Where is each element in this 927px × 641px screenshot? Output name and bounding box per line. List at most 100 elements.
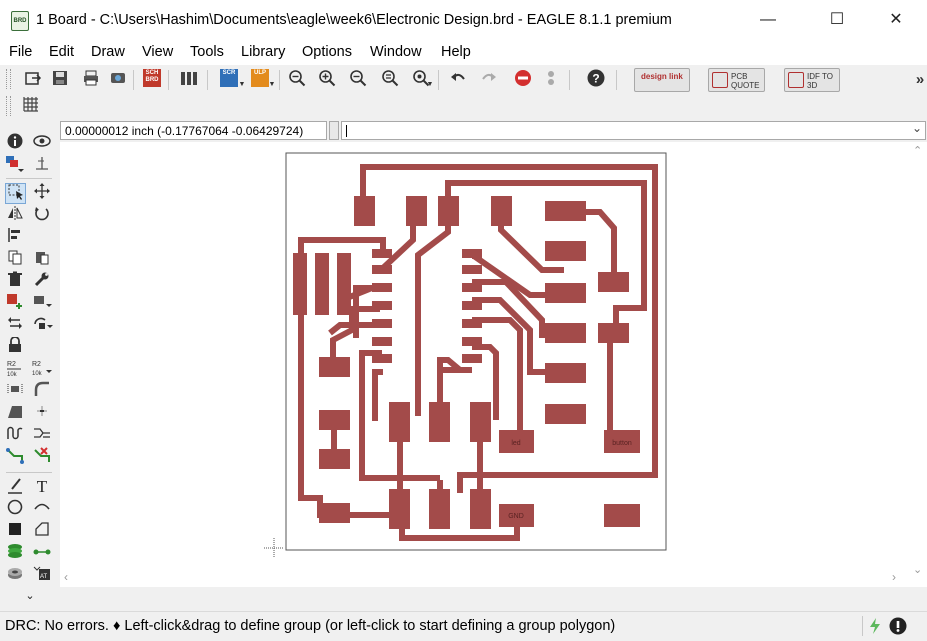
- pad: [293, 253, 307, 315]
- zoom-redraw-icon[interactable]: [379, 69, 401, 91]
- chevron-down-icon[interactable]: ▼: [238, 74, 246, 96]
- horizontal-scrollbar[interactable]: ‹ ›: [60, 570, 909, 587]
- library-manager-icon[interactable]: [178, 69, 200, 91]
- lock-rotate-icon[interactable]: [32, 315, 53, 335]
- miter-icon[interactable]: [32, 381, 52, 401]
- signal-icon[interactable]: [32, 543, 52, 563]
- undo-icon[interactable]: [447, 69, 469, 91]
- drc-ok-icon[interactable]: [867, 617, 883, 638]
- coordinate-display: 0.00000012 inch (-0.17767064 -0.06429724…: [60, 121, 327, 140]
- text-tool-icon[interactable]: T: [32, 477, 52, 497]
- chevron-down-icon[interactable]: ▼: [268, 74, 276, 96]
- scroll-up-icon[interactable]: ⌃: [913, 144, 922, 157]
- meander-icon[interactable]: [5, 425, 25, 445]
- pad: [545, 283, 586, 303]
- zoom-out-icon[interactable]: [347, 69, 369, 91]
- circle-icon[interactable]: [5, 499, 25, 519]
- copy-icon[interactable]: [5, 249, 25, 269]
- cam-processor-icon[interactable]: [107, 69, 129, 91]
- ripup-icon[interactable]: [32, 447, 52, 467]
- chevron-down-icon[interactable]: ▼: [426, 74, 434, 96]
- attribute-icon[interactable]: AT: [32, 565, 52, 585]
- zoom-in-icon[interactable]: [316, 69, 338, 91]
- rectangle-icon[interactable]: [5, 521, 25, 541]
- design-link-button[interactable]: design link: [634, 68, 690, 92]
- info-icon[interactable]: [5, 133, 25, 153]
- lock-icon[interactable]: [5, 336, 25, 357]
- menu-library[interactable]: Library: [241, 44, 285, 60]
- save-icon[interactable]: [49, 69, 71, 91]
- grid-icon[interactable]: [20, 95, 42, 117]
- stop-icon[interactable]: [512, 69, 534, 91]
- status-separator: [862, 616, 863, 636]
- pad: [372, 249, 392, 258]
- print-icon[interactable]: [80, 69, 102, 91]
- route-differential-icon[interactable]: [32, 425, 52, 445]
- menu-draw[interactable]: Draw: [91, 44, 125, 60]
- mirror-icon[interactable]: [5, 205, 25, 225]
- redo-icon[interactable]: [478, 69, 500, 91]
- script-icon[interactable]: SCR: [220, 69, 238, 87]
- smash-icon[interactable]: [5, 381, 25, 401]
- maximize-button[interactable]: ☐: [814, 0, 860, 40]
- menu-file[interactable]: File: [9, 44, 32, 60]
- mark-origin-icon[interactable]: [32, 155, 52, 175]
- menu-edit[interactable]: Edit: [49, 44, 74, 60]
- minimize-button[interactable]: —: [745, 0, 791, 40]
- idf-to-3d-button[interactable]: IDF TO 3D: [784, 68, 840, 92]
- vertical-scrollbar[interactable]: ⌃ ⌄: [909, 142, 927, 587]
- scroll-right-icon[interactable]: ›: [892, 570, 896, 584]
- sch-brd-switch-icon[interactable]: SCH BRD: [143, 69, 161, 87]
- paste-icon[interactable]: [32, 249, 52, 269]
- via-layers-icon[interactable]: [5, 543, 25, 563]
- split-icon[interactable]: [5, 403, 25, 423]
- board-canvas[interactable]: led button GND ⌃ ⌄ ‹ ›: [60, 142, 927, 587]
- hole-icon[interactable]: [5, 565, 25, 585]
- scroll-down-icon[interactable]: ⌄: [913, 563, 922, 576]
- command-input[interactable]: ⌄: [341, 121, 926, 140]
- menu-window[interactable]: Window: [370, 44, 422, 60]
- zoom-to-fit-icon[interactable]: [286, 69, 308, 91]
- line-icon[interactable]: [5, 477, 25, 497]
- move-icon[interactable]: [32, 183, 52, 203]
- arc-icon[interactable]: [32, 499, 52, 519]
- wrench-icon[interactable]: [32, 271, 52, 291]
- polygon-icon[interactable]: [32, 521, 52, 541]
- menu-tools[interactable]: Tools: [190, 44, 224, 60]
- ulp-icon[interactable]: ULP: [251, 69, 269, 87]
- pad: [598, 323, 629, 343]
- layer-settings-icon[interactable]: [5, 155, 25, 175]
- route-icon[interactable]: [5, 447, 25, 467]
- close-button[interactable]: ✕: [873, 0, 919, 40]
- name-icon[interactable]: R2 10k: [5, 359, 25, 379]
- pad: [438, 196, 459, 226]
- more-tools-chevron-icon[interactable]: ⌄: [20, 586, 40, 606]
- menu-options[interactable]: Options: [302, 44, 352, 60]
- add-part-icon[interactable]: [5, 293, 25, 313]
- rotate-icon[interactable]: [32, 205, 52, 225]
- go-icon[interactable]: [540, 69, 562, 91]
- show-eye-icon[interactable]: [32, 133, 52, 153]
- command-toggle[interactable]: [329, 121, 339, 140]
- delete-trash-icon[interactable]: [5, 271, 25, 291]
- replace-part-icon[interactable]: [32, 293, 52, 313]
- toolbar-grip[interactable]: [6, 69, 11, 89]
- parameter-toolbar: [0, 94, 927, 119]
- help-icon[interactable]: ?: [585, 69, 607, 91]
- group-select-icon[interactable]: [5, 183, 26, 204]
- menu-help[interactable]: Help: [441, 44, 471, 60]
- align-icon[interactable]: [5, 227, 25, 247]
- menu-view[interactable]: View: [142, 44, 173, 60]
- toolbar-grip[interactable]: [6, 96, 11, 116]
- warning-icon[interactable]: [889, 617, 907, 638]
- chevron-down-icon[interactable]: ⌄: [912, 121, 922, 135]
- swap-icon[interactable]: [5, 315, 25, 335]
- scroll-left-icon[interactable]: ‹: [64, 570, 68, 584]
- optimize-icon[interactable]: [32, 403, 52, 423]
- open-icon[interactable]: [22, 69, 44, 91]
- origin-crosshair: [264, 538, 284, 558]
- pad: [319, 449, 350, 469]
- pcb-quote-button[interactable]: PCB QUOTE: [708, 68, 765, 92]
- toolbar-overflow-icon[interactable]: »: [909, 69, 927, 91]
- value-icon[interactable]: R2 10k: [32, 359, 52, 379]
